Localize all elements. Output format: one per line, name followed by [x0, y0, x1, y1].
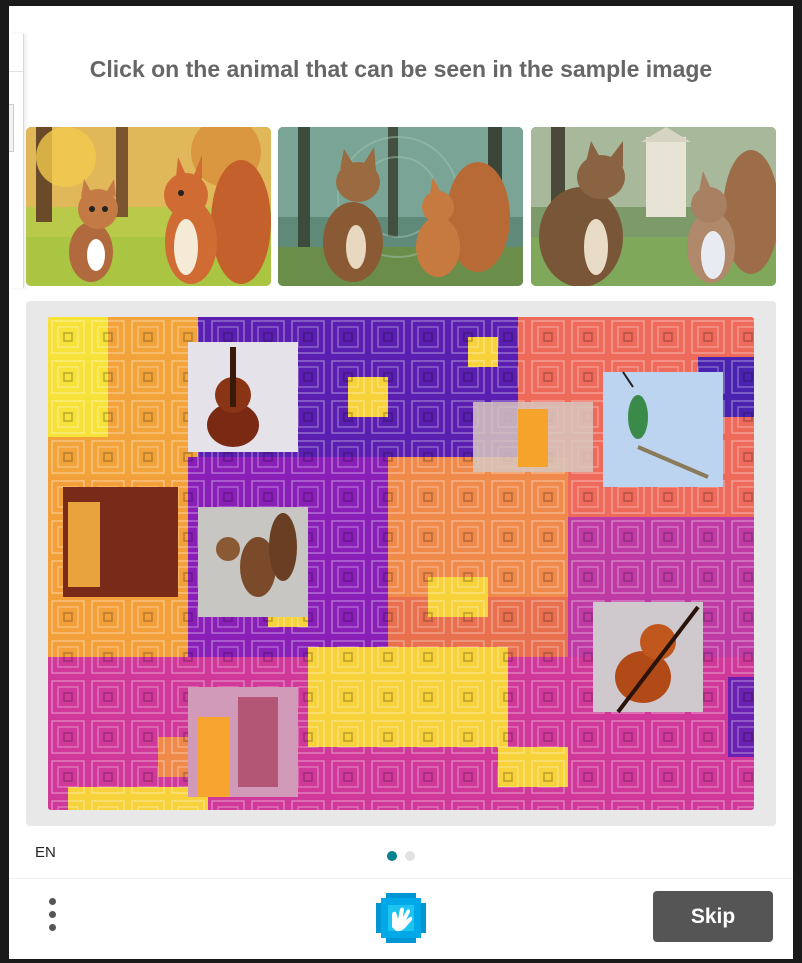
task-panel [26, 301, 776, 826]
glass-of-juice-object[interactable] [63, 487, 178, 597]
sample-image-2 [278, 127, 523, 286]
hummingbird-object[interactable] [603, 371, 723, 487]
violin-object[interactable] [593, 602, 703, 714]
sample-images [26, 127, 776, 286]
page-dot-inactive [405, 851, 415, 861]
hcaptcha-logo-icon[interactable] [376, 893, 426, 943]
challenge-prompt: Click on the animal that can be seen in … [89, 56, 713, 82]
language-selector[interactable]: EN [35, 844, 56, 861]
glass-of-juice-object[interactable] [473, 402, 593, 472]
task-image[interactable] [48, 317, 754, 810]
skip-button[interactable]: Skip [653, 891, 773, 942]
glass-of-juice-object[interactable] [188, 687, 298, 797]
footer-divider [9, 878, 793, 879]
sample-image-1 [26, 127, 271, 286]
sample-image-3 [531, 127, 776, 286]
page-indicator [387, 848, 423, 866]
captcha-frame: Click on the animal that can be seen in … [9, 6, 793, 959]
page-dot-active [387, 851, 397, 861]
menu-icon[interactable] [43, 895, 63, 935]
squirrel-object[interactable] [198, 507, 308, 617]
violin-object[interactable] [188, 342, 298, 452]
task-canvas[interactable] [48, 317, 754, 810]
